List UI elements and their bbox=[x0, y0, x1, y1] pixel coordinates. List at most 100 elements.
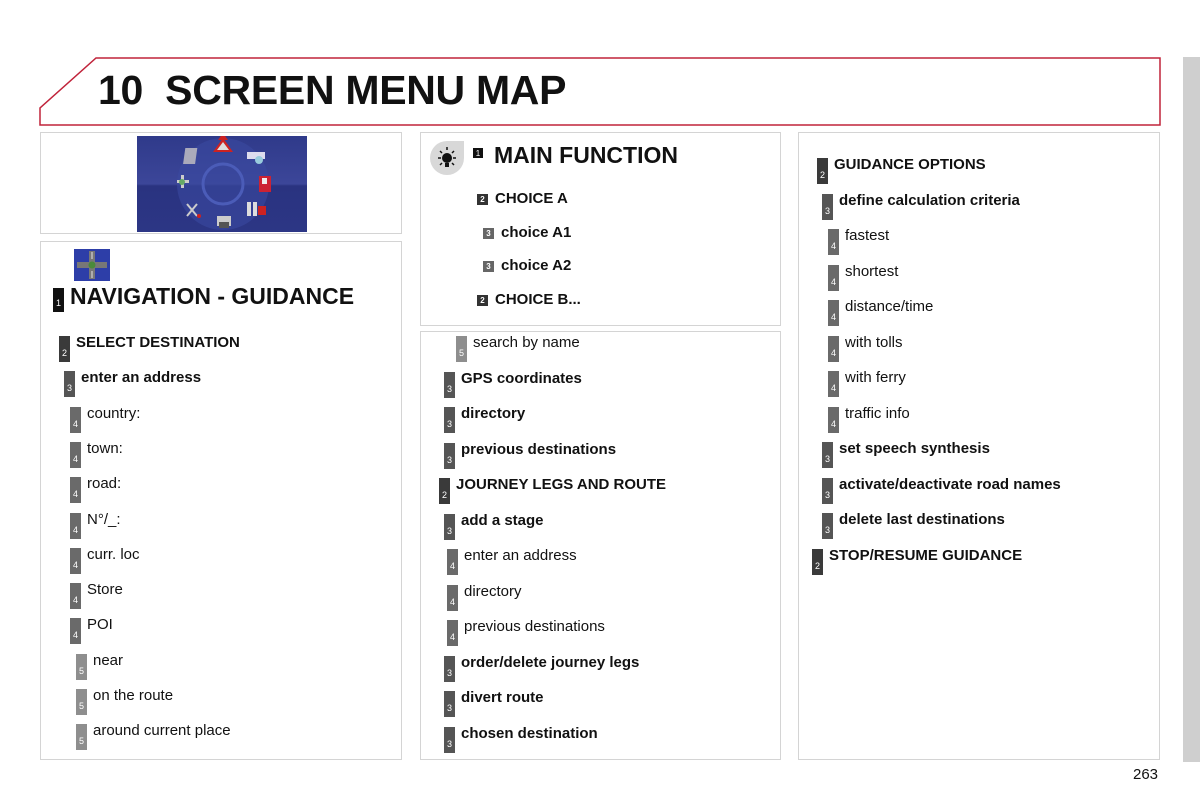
menu-item-label: POI bbox=[87, 616, 113, 634]
menu-item: 3 delete last destinations bbox=[822, 511, 1005, 539]
legend-item-label: choice A1 bbox=[501, 223, 572, 241]
destination-journey-panel: 5 search by name 3 GPS coordinates 3 director… bbox=[420, 331, 781, 760]
level-badge: 2 bbox=[59, 336, 70, 362]
legend-item-label: CHOICE A bbox=[495, 190, 568, 207]
level-badge: 3 bbox=[822, 513, 833, 539]
menu-item: 4 N°/_: bbox=[70, 511, 121, 539]
menu-item: 4 traffic info bbox=[828, 405, 910, 433]
legend-item-label: CHOICE B... bbox=[495, 290, 581, 308]
menu-item: 3 add a stage bbox=[444, 512, 544, 540]
lamp-icon bbox=[430, 141, 464, 175]
menu-item-label: STOP/RESUME GUIDANCE bbox=[829, 546, 1023, 564]
menu-item: 2 JOURNEY LEGS AND ROUTE bbox=[439, 476, 666, 504]
main-function-title: MAIN FUNCTION bbox=[494, 142, 678, 168]
legend-item: 3 choice A2 bbox=[483, 257, 571, 274]
page-title: 10 SCREEN MENU MAP bbox=[98, 67, 567, 113]
menu-item: 4 directory bbox=[447, 583, 522, 611]
menu-item-label: activate/deactivate road names bbox=[839, 475, 1061, 493]
level-badge: 2 bbox=[812, 548, 823, 575]
menu-item: 3 previous destinations bbox=[444, 441, 616, 469]
main-function-legend-panel: 1 MAIN FUNCTION 2 CHOICE A 3 choice A1 3 choi… bbox=[420, 132, 781, 326]
level-badge: 3 bbox=[822, 442, 833, 468]
menu-item-label: curr. loc bbox=[87, 545, 140, 563]
menu-item-label: add a stage bbox=[461, 511, 544, 529]
level-badge: 4 bbox=[70, 547, 81, 574]
level-badge: 4 bbox=[828, 406, 839, 433]
menu-item: 2 GUIDANCE OPTIONS bbox=[817, 156, 986, 184]
level-badge: 3 bbox=[444, 513, 455, 540]
level-badge: 4 bbox=[828, 264, 839, 291]
menu-item-label: around current place bbox=[93, 722, 231, 740]
menu-item-label: set speech synthesis bbox=[839, 440, 990, 457]
menu-item: 4 with ferry bbox=[828, 369, 906, 397]
menu-item-label: on the route bbox=[93, 687, 174, 704]
menu-item-label: define calculation criteria bbox=[839, 191, 1020, 209]
level-badge: 4 bbox=[70, 512, 81, 539]
intersection-navigation-icon bbox=[74, 249, 110, 281]
level-badge: 2 bbox=[477, 294, 488, 306]
menu-item-label: country: bbox=[87, 404, 141, 422]
level-badge: 5 bbox=[76, 653, 87, 680]
menu-item: 5 around current place bbox=[76, 722, 231, 751]
level-badge: 3 bbox=[822, 193, 833, 220]
level-badge: 1 bbox=[53, 288, 64, 312]
menu-item-label: traffic info bbox=[845, 404, 910, 422]
menu-item-label: GPS coordinates bbox=[461, 369, 582, 387]
navigation-guidance-panel: 1 NAVIGATION - GUIDANCE 2 SELECT DESTINAT… bbox=[40, 241, 402, 760]
menu-item: 4 Store bbox=[70, 581, 123, 610]
menu-item: 2 STOP/RESUME GUIDANCE bbox=[812, 547, 1022, 575]
level-badge: 1 bbox=[473, 148, 483, 158]
level-badge: 4 bbox=[828, 371, 839, 397]
menu-item-label: distance/time bbox=[845, 298, 934, 315]
guidance-options-panel: 2 GUIDANCE OPTIONS 3 define calculation cri… bbox=[798, 132, 1160, 760]
menu-item-label: Store bbox=[87, 581, 123, 599]
level-badge: 4 bbox=[447, 584, 458, 611]
menu-item: 4 distance/time bbox=[828, 298, 933, 326]
menu-item-label: directory bbox=[461, 405, 526, 422]
level-badge: 4 bbox=[70, 618, 81, 645]
nav-title: 1 NAVIGATION - GUIDANCE bbox=[53, 283, 354, 312]
level-badge: 4 bbox=[828, 335, 839, 362]
menu-item: 2 SELECT DESTINATION bbox=[59, 334, 240, 362]
menu-item-label: SELECT DESTINATION bbox=[76, 334, 240, 351]
legend-item: 3 choice A1 bbox=[483, 224, 571, 241]
menu-item-label: road: bbox=[87, 475, 122, 493]
menu-item-label: enter an address bbox=[81, 369, 202, 387]
menu-item: 3 GPS coordinates bbox=[444, 370, 582, 398]
menu-item: 3 divert route bbox=[444, 689, 544, 717]
level-badge: 4 bbox=[828, 300, 839, 326]
menu-item-label: delete last destinations bbox=[839, 511, 1005, 528]
level-badge: 3 bbox=[444, 691, 455, 717]
level-badge: 3 bbox=[444, 442, 455, 469]
menu-item-label: JOURNEY LEGS AND ROUTE bbox=[456, 476, 667, 493]
level-badge: 5 bbox=[76, 689, 87, 715]
menu-item: 3 directory bbox=[444, 405, 525, 433]
level-badge: 3 bbox=[444, 655, 455, 682]
menu-item: 3 activate/deactivate road names bbox=[822, 476, 1061, 504]
navigation-menu-screen-icon bbox=[137, 136, 307, 232]
level-badge: 4 bbox=[70, 406, 81, 433]
menu-item-label: with ferry bbox=[845, 369, 906, 386]
menu-item: 4 town: bbox=[70, 440, 123, 468]
menu-item: 4 shortest bbox=[828, 263, 898, 291]
level-badge: 2 bbox=[817, 158, 828, 184]
menu-item: 5 search by name bbox=[456, 334, 580, 362]
menu-item-label: enter an address bbox=[464, 547, 577, 564]
level-badge: 3 bbox=[444, 726, 455, 753]
level-badge: 4 bbox=[70, 583, 81, 610]
menu-item: 3 enter an address bbox=[64, 369, 202, 398]
level-badge: 3 bbox=[444, 407, 455, 433]
menu-item: 3 define calculation criteria bbox=[822, 192, 1020, 220]
menu-item-label: previous destinations bbox=[464, 618, 605, 635]
menu-item: 4 previous destinations bbox=[447, 618, 605, 646]
menu-item: 4 road: bbox=[70, 475, 122, 504]
menu-item-label: with tolls bbox=[845, 333, 903, 351]
legend-item: 2 CHOICE B... bbox=[477, 291, 581, 308]
menu-item: 4 POI bbox=[70, 616, 113, 645]
menu-item-label: search by name bbox=[473, 334, 580, 351]
menu-item: 4 country: bbox=[70, 405, 140, 433]
legend-item: 2 CHOICE A bbox=[477, 190, 568, 207]
menu-item: 5 on the route bbox=[76, 687, 173, 715]
menu-item-label: chosen destination bbox=[461, 724, 598, 742]
section-title: NAVIGATION - GUIDANCE bbox=[70, 283, 355, 309]
